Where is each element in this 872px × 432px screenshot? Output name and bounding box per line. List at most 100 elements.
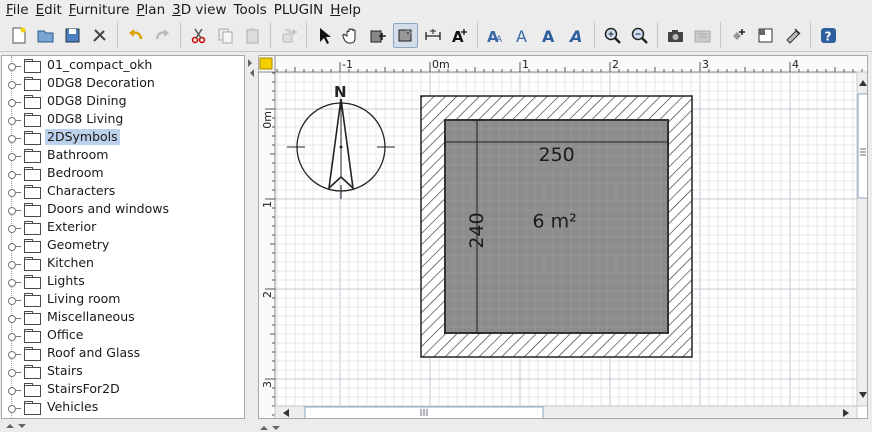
tree-item[interactable]: Miscellaneous <box>2 308 244 326</box>
tree-item[interactable]: Bathroom <box>2 146 244 164</box>
tree-item[interactable]: Geometry <box>2 236 244 254</box>
expand-handle-icon[interactable] <box>8 96 21 107</box>
folder-icon <box>24 185 41 199</box>
toolbar-separator <box>270 22 271 48</box>
italic-text-button[interactable]: A <box>564 23 589 48</box>
expand-handle-icon[interactable] <box>8 78 21 89</box>
create-photo-button[interactable] <box>663 23 688 48</box>
menu-mnemonic: H <box>330 1 341 18</box>
tree-item[interactable]: Roof and Glass <box>2 344 244 362</box>
tree-item[interactable]: Vehicles <box>2 398 244 416</box>
menu-edit[interactable]: Edit <box>34 1 67 19</box>
tree-item[interactable]: 0DG8 Living <box>2 110 244 128</box>
bold-text-button[interactable]: A <box>537 23 562 48</box>
open-icon <box>37 30 54 42</box>
folder-icon <box>24 329 41 343</box>
import-furniture-icon <box>733 28 745 40</box>
expand-handle-icon[interactable] <box>8 366 21 377</box>
copy-button[interactable] <box>213 23 238 48</box>
paste-button[interactable] <box>240 23 265 48</box>
increase-text-size-button[interactable]: AA <box>483 23 508 48</box>
import-furniture-button[interactable] <box>726 23 751 48</box>
menu-plan[interactable]: Plan <box>134 1 170 19</box>
tree-item[interactable]: Kitchen <box>2 254 244 272</box>
tree-item[interactable]: Lights <box>2 272 244 290</box>
select-arrow-button[interactable] <box>312 23 337 48</box>
expand-handle-icon[interactable] <box>8 402 21 413</box>
expand-handle-icon[interactable] <box>8 294 21 305</box>
expand-handle-icon[interactable] <box>8 114 21 125</box>
tree-item-label: Miscellaneous <box>47 309 135 324</box>
create-dimensions-button[interactable] <box>420 23 445 48</box>
menu-plugin[interactable]: PLUGIN <box>272 1 328 19</box>
menu-help[interactable]: Help <box>328 1 366 19</box>
plan-canvas[interactable]: -1 0m 1 2 3 4 0m 1 2 3 N 250 240 6 m² <box>259 56 868 419</box>
splitter-arrows-bottom[interactable] <box>258 421 288 432</box>
zoom-in-button[interactable] <box>600 23 625 48</box>
splitter-arrows-left[interactable] <box>0 420 246 432</box>
expand-handle-icon[interactable] <box>8 186 21 197</box>
folder-icon <box>24 203 41 217</box>
tree-item[interactable]: Exterior <box>2 218 244 236</box>
undo-button[interactable] <box>123 23 148 48</box>
expand-handle-icon[interactable] <box>8 132 21 143</box>
expand-handle-icon[interactable] <box>8 258 21 269</box>
cut-button[interactable] <box>186 23 211 48</box>
plan-view[interactable]: -1 0m 1 2 3 4 0m 1 2 3 N 250 240 6 m² <box>258 55 868 419</box>
tree-item[interactable]: Office <box>2 326 244 344</box>
tree-item[interactable]: Bedroom <box>2 164 244 182</box>
expand-handle-icon[interactable] <box>8 330 21 341</box>
pan-hand-button[interactable] <box>339 23 364 48</box>
tree-item[interactable]: StairsFor2D <box>2 380 244 398</box>
create-video-button[interactable] <box>690 23 715 48</box>
expand-handle-icon[interactable] <box>8 312 21 323</box>
open-button[interactable] <box>33 23 58 48</box>
redo-button[interactable] <box>150 23 175 48</box>
menu-tools[interactable]: Tools <box>232 1 272 19</box>
tree-item-label: 2DSymbols <box>45 129 120 145</box>
add-furniture-icon <box>282 28 297 42</box>
create-rooms-button[interactable] <box>393 22 418 48</box>
tree-item[interactable]: Doors and windows <box>2 200 244 218</box>
expand-handle-icon[interactable] <box>8 240 21 251</box>
zoom-out-button[interactable] <box>627 23 652 48</box>
expand-handle-icon[interactable] <box>8 276 21 287</box>
tree-item[interactable]: 01_compact_okh <box>2 56 244 74</box>
preferences-button[interactable] <box>87 23 112 48</box>
menu-3d-view[interactable]: 3D view <box>170 1 231 19</box>
tree-item[interactable]: 0DG8 Decoration <box>2 74 244 92</box>
decrease-text-size-button[interactable]: A <box>510 23 535 48</box>
tree-item-label: Roof and Glass <box>47 345 141 360</box>
tree-item[interactable]: 2DSymbols <box>2 128 244 146</box>
new-home-button[interactable] <box>6 23 31 48</box>
folder-icon <box>24 383 41 397</box>
add-text-button[interactable]: A <box>447 23 472 48</box>
expand-handle-icon[interactable] <box>8 384 21 395</box>
tree-item[interactable]: Stairs <box>2 362 244 380</box>
save-button[interactable] <box>60 23 85 48</box>
tree-item-label: Doors and windows <box>47 201 169 216</box>
tree-item[interactable]: Characters <box>2 182 244 200</box>
export-icon <box>786 27 801 44</box>
pan-hand-icon <box>342 28 356 43</box>
export-button[interactable] <box>780 23 805 48</box>
expand-handle-icon[interactable] <box>8 222 21 233</box>
vertical-splitter[interactable] <box>246 55 256 421</box>
add-furniture-button[interactable] <box>276 23 301 48</box>
menu-file[interactable]: File <box>4 1 34 19</box>
menu-furniture[interactable]: Furniture <box>67 1 135 19</box>
svg-text:A: A <box>568 27 582 45</box>
tree-item[interactable]: 0DG8 Dining <box>2 92 244 110</box>
furniture-catalog-tree[interactable]: 01_compact_okh 0DG8 Decoration 0DG8 Dining… <box>1 55 245 419</box>
expand-handle-icon[interactable] <box>8 168 21 179</box>
expand-handle-icon[interactable] <box>8 150 21 161</box>
expand-handle-icon[interactable] <box>8 60 21 71</box>
import-background-button[interactable] <box>753 23 778 48</box>
create-walls-icon <box>370 30 386 42</box>
help-button[interactable]: ? <box>816 23 841 48</box>
expand-handle-icon[interactable] <box>8 204 21 215</box>
expand-handle-icon[interactable] <box>8 348 21 359</box>
folder-icon <box>24 293 41 307</box>
tree-item[interactable]: Living room <box>2 290 244 308</box>
create-walls-button[interactable] <box>366 23 391 48</box>
